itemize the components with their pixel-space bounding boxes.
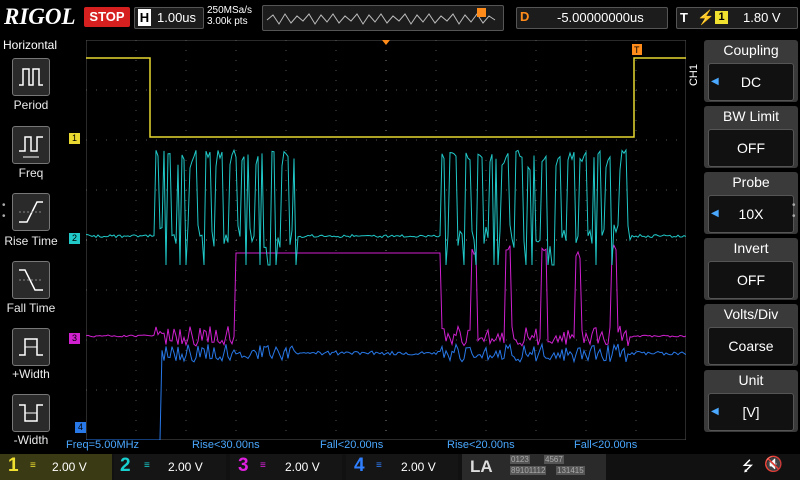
rising-edge-icon: ⚡	[697, 9, 715, 25]
ch3-scale: 2.00 V	[285, 460, 320, 474]
memory-overview-window[interactable]	[262, 5, 504, 31]
frequency-icon	[19, 136, 43, 158]
positive-width-label: +Width	[12, 367, 50, 381]
delay-display[interactable]: D -5.00000000us	[516, 7, 668, 29]
timebase-label: H	[138, 9, 151, 26]
speaker-muted-icon[interactable]: 🔇	[764, 455, 783, 473]
ch4-status[interactable]: 4 ≡ 2.00 V	[346, 454, 458, 480]
invert-title: Invert	[733, 240, 769, 256]
negative-width-icon	[19, 404, 43, 422]
ch3-number: 3	[238, 455, 249, 476]
volts-div-title: Volts/Div	[723, 306, 779, 322]
memory-depth: 3.00k pts	[207, 16, 248, 27]
left-menu-title: Horizontal	[2, 38, 58, 52]
usb-icon: ⭍	[742, 458, 754, 474]
ch2-offset-marker[interactable]: 2	[69, 233, 80, 244]
delay-label: D	[520, 9, 530, 24]
dc-coupling-icon: ≡	[144, 460, 150, 471]
run-stop-indicator[interactable]: STOP	[84, 7, 130, 27]
ch1-offset-marker[interactable]: 1	[69, 133, 80, 144]
ch2-status[interactable]: 2 ≡ 2.00 V	[114, 454, 226, 480]
brand-logo: RIGOL	[4, 4, 76, 29]
unit-value: [V]	[742, 404, 760, 420]
trigger-level-marker-text: T	[634, 45, 640, 55]
invert-selector[interactable]: OFF	[708, 261, 794, 299]
bw-limit-title: BW Limit	[723, 108, 779, 124]
positive-width-icon	[19, 338, 43, 356]
digital-group-3: 131415	[556, 466, 585, 475]
ch1-status[interactable]: 1 ≡ 2.00 V	[0, 454, 112, 480]
measurement-5: Fall<20.00ns	[574, 439, 638, 451]
digital-group-0: 0123	[510, 455, 530, 464]
memory-waveform-icon	[266, 8, 496, 25]
delay-value: -5.00000000us	[557, 10, 644, 25]
ch2-scale: 2.00 V	[168, 460, 203, 474]
measurement-3: Fall<20.00ns	[320, 439, 384, 451]
measurement-4: Rise<20.00ns	[447, 439, 515, 451]
measurement-2: Rise<30.00ns	[192, 439, 260, 451]
unit-title: Unit	[738, 372, 764, 388]
bw-limit-selector[interactable]: OFF	[708, 129, 794, 167]
positive-width-button[interactable]	[12, 328, 50, 366]
volts-div-selector[interactable]: Coarse	[708, 327, 794, 365]
rise-time-label: Rise Time	[4, 234, 58, 248]
coupling-selector[interactable]: ◀ DC	[708, 63, 794, 101]
acquisition-info: 250MSa/s 3.00k pts	[207, 5, 252, 27]
trigger-display[interactable]: T ⚡ 1 1.80 V	[676, 7, 798, 29]
dc-coupling-icon: ≡	[30, 460, 36, 471]
volts-div-value: Coarse	[728, 338, 774, 354]
trigger-level: 1.80 V	[743, 10, 781, 25]
probe-value: 10X	[738, 206, 764, 222]
dc-coupling-icon: ≡	[376, 460, 382, 471]
la-label: LA	[470, 457, 493, 476]
ch1-number: 1	[8, 455, 19, 476]
period-icon	[19, 68, 43, 86]
rise-time-icon	[19, 201, 43, 223]
timebase-display[interactable]: H 1.00us	[134, 7, 204, 29]
ch3-status[interactable]: 3 ≡ 2.00 V	[230, 454, 342, 480]
period-label: Period	[13, 98, 49, 112]
digital-group-2: 89101112	[510, 466, 547, 475]
coupling-title: Coupling	[723, 42, 779, 58]
rise-time-button[interactable]	[12, 193, 50, 231]
probe-selector[interactable]: ◀ 10X	[708, 195, 794, 233]
channel-menu-tag: CH1	[688, 64, 700, 87]
coupling-value: DC	[740, 74, 762, 90]
bw-limit-value: OFF	[737, 140, 765, 156]
unit-selector[interactable]: ◀ [V]	[708, 393, 794, 431]
frequency-label: Freq	[18, 166, 44, 180]
ch4-offset-marker[interactable]: 4	[75, 422, 86, 433]
negative-width-button[interactable]	[12, 394, 50, 432]
invert-value: OFF	[737, 272, 765, 288]
fall-time-button[interactable]	[12, 261, 50, 299]
waveform-display[interactable]: T	[86, 40, 686, 440]
fall-time-label: Fall Time	[6, 301, 56, 315]
ch4-number: 4	[354, 455, 365, 476]
measurement-1: Freq=5.00MHz	[66, 439, 140, 451]
ch3-offset-marker[interactable]: 3	[69, 333, 80, 344]
frequency-button[interactable]	[12, 126, 50, 164]
timebase-value: 1.00us	[157, 10, 197, 25]
logic-analyzer-status[interactable]: LA 0123 4567 89101112 131415	[462, 454, 606, 480]
ch2-number: 2	[120, 455, 131, 476]
period-button[interactable]	[12, 58, 50, 96]
probe-title: Probe	[732, 174, 770, 190]
trigger-label: T	[680, 10, 688, 25]
ch1-scale: 2.00 V	[52, 460, 87, 474]
negative-width-label: -Width	[13, 433, 49, 447]
dc-coupling-icon: ≡	[260, 460, 266, 471]
digital-group-1: 4567	[544, 455, 564, 464]
fall-time-icon	[19, 269, 43, 291]
submenu-indicator-icon: • •	[2, 200, 6, 222]
submenu-indicator-icon: • •	[792, 200, 796, 222]
ch4-scale: 2.00 V	[401, 460, 436, 474]
sample-rate: 250MSa/s	[207, 5, 253, 16]
trigger-source: 1	[715, 11, 728, 24]
